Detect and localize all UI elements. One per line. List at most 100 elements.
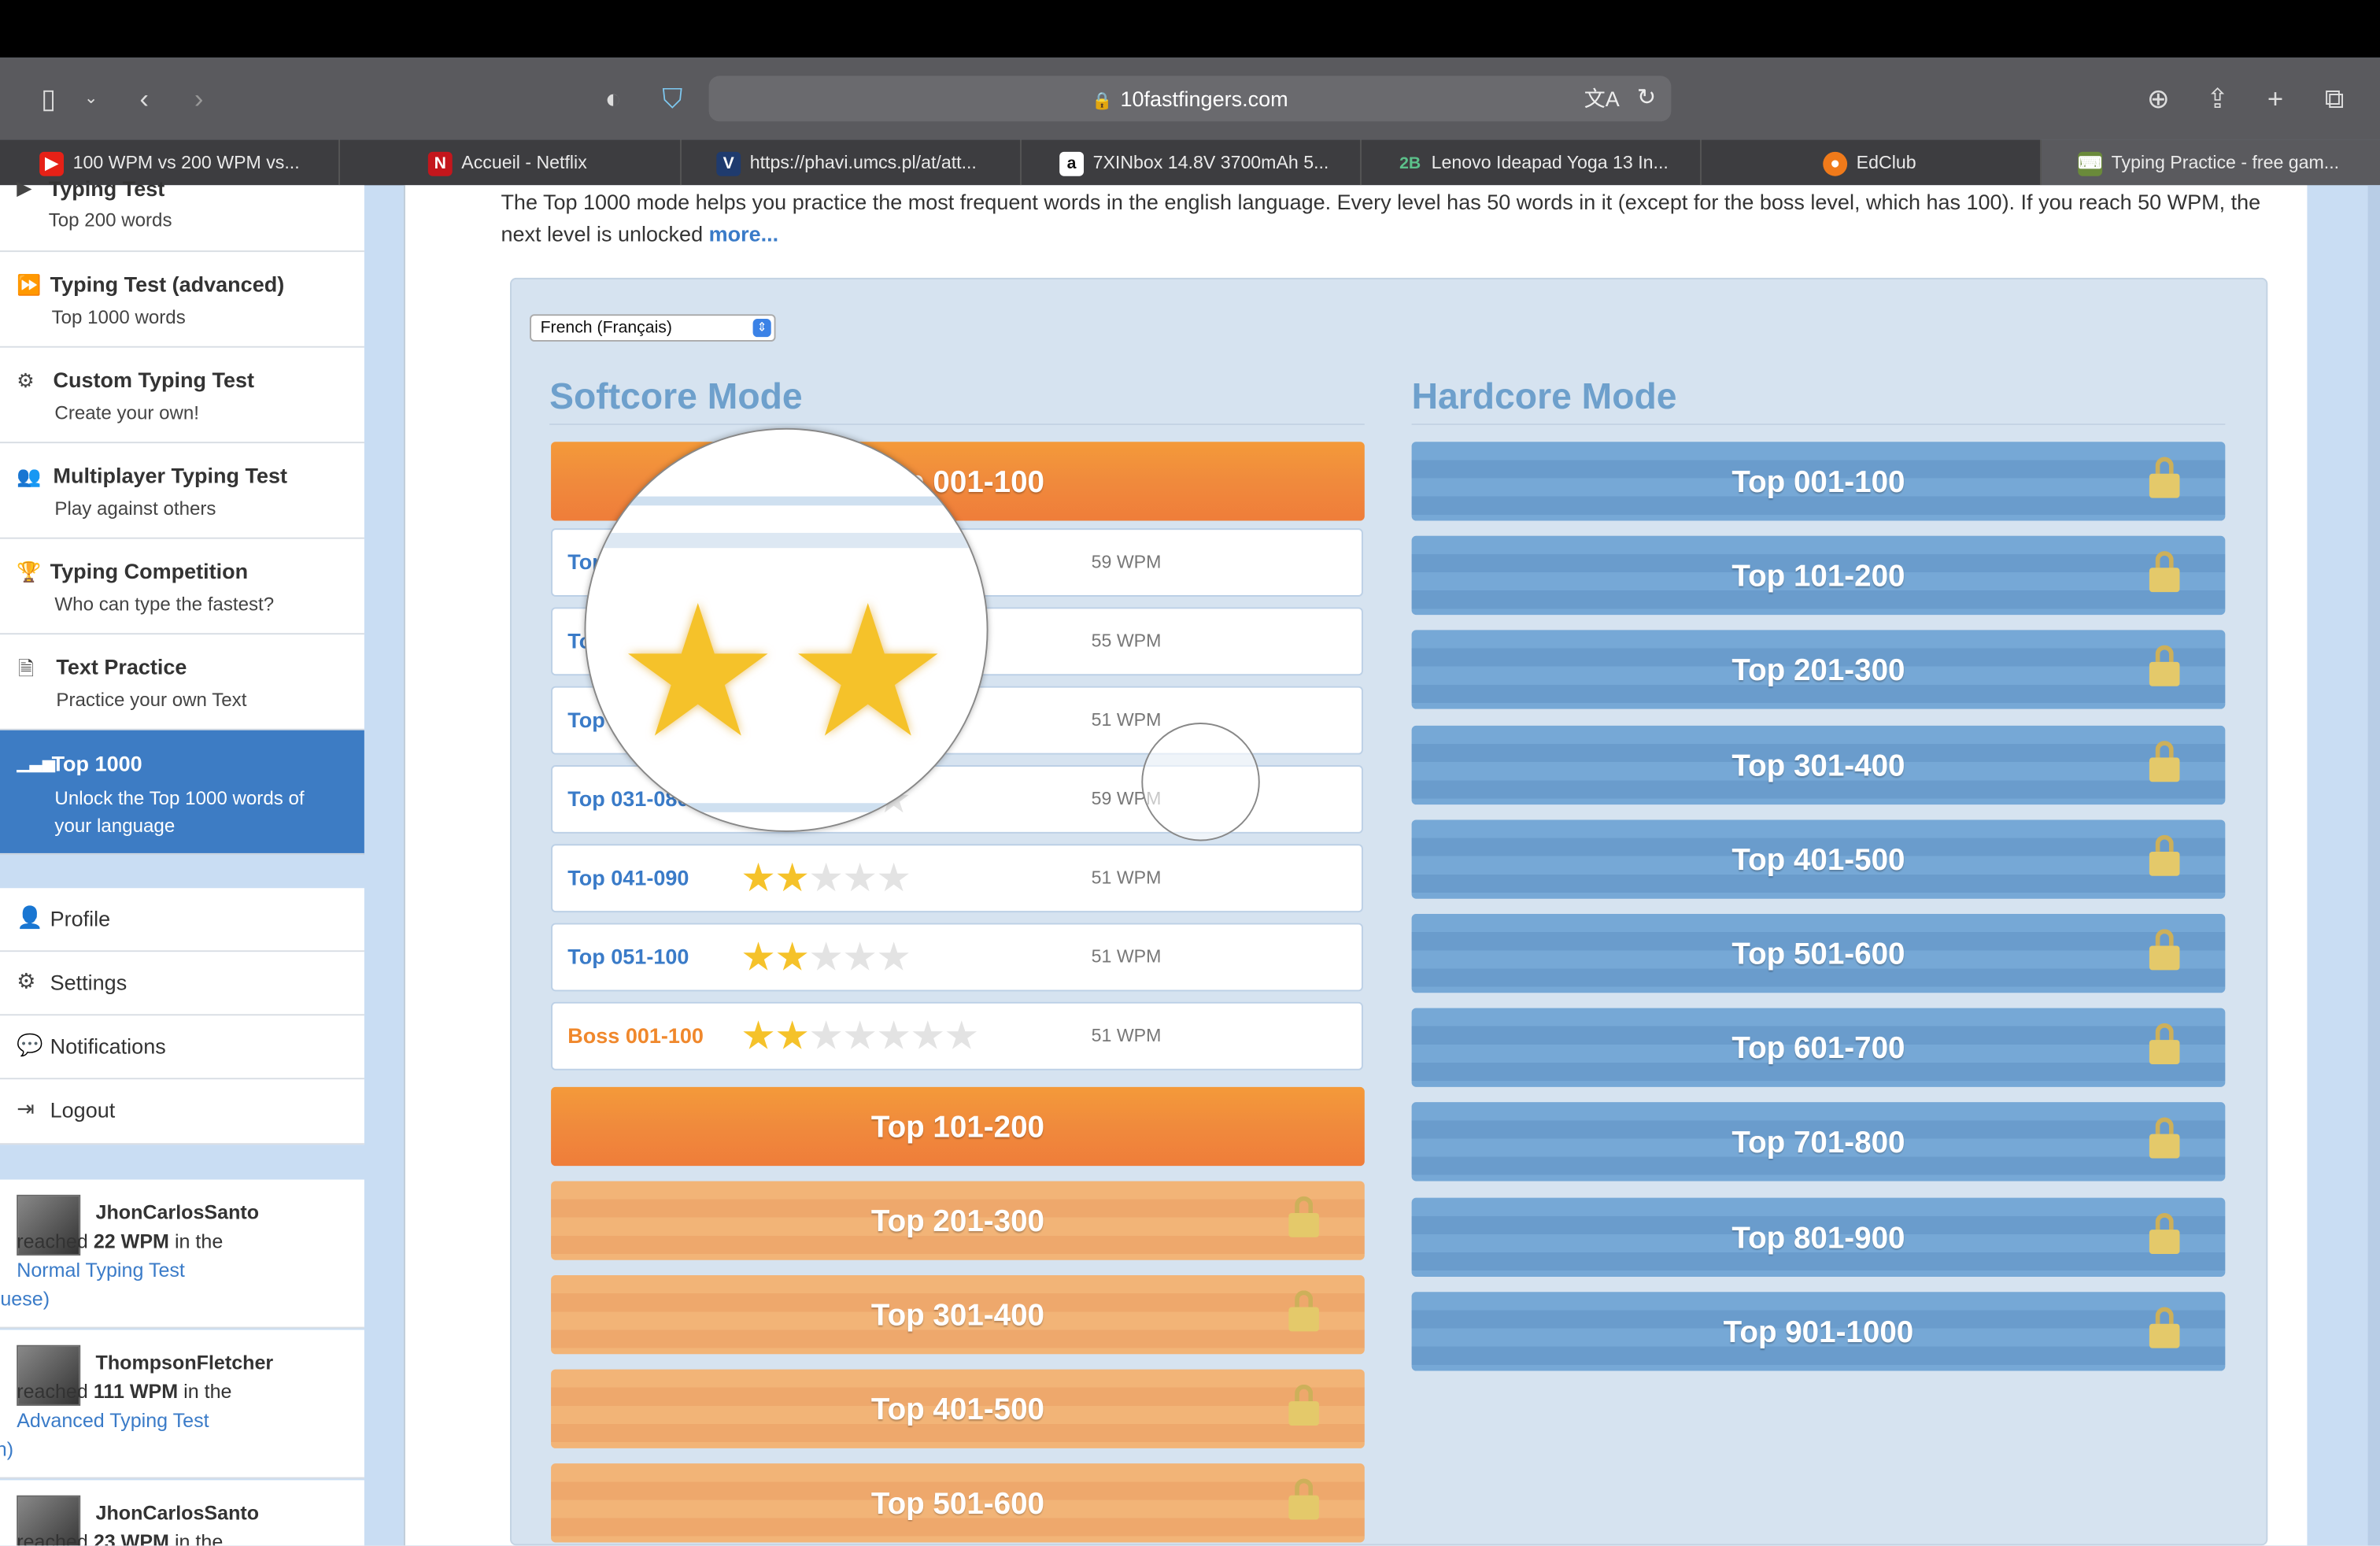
sidebar-item-custom-typing-test[interactable]: ⚙ Custom Typing Test Create your own! [0, 347, 364, 444]
star-filled-icon: ★ [741, 1012, 776, 1059]
level-title: Top 201-300 [870, 1205, 1044, 1239]
softcore-locked-level[interactable]: Top 501-600 [551, 1463, 1365, 1543]
lock-icon [2149, 1307, 2180, 1349]
feed-lang-link[interactable]: (portuguese) [0, 1287, 50, 1310]
scrollbar[interactable] [2367, 185, 2380, 1546]
level-wpm: 59 WPM [1091, 551, 1162, 573]
feed-wpm: 23 WPM [93, 1530, 169, 1546]
tab-typing-practice[interactable]: ⌨ Typing Practice - free gam... [2041, 139, 2380, 186]
softcore-locked-level[interactable]: Top 401-500 [551, 1369, 1365, 1448]
level-title: Top 301-400 [1731, 749, 1905, 783]
mag-line [586, 803, 987, 812]
hardcore-locked-level[interactable]: Top 301-400 [1411, 725, 2226, 804]
fast-forward-icon: ⏩ [17, 273, 42, 297]
share-icon[interactable]: ⇪ [2198, 79, 2238, 118]
logout-icon: ⇥ [17, 1096, 35, 1121]
activity-feed-item: JhonCarlosSanto reached 23 WPM in the [0, 1480, 364, 1546]
translate-icon[interactable]: 文A [1584, 76, 1620, 121]
feed-mid: in the [183, 1380, 232, 1404]
level-label[interactable]: Top 041-090 [567, 865, 689, 890]
level-row[interactable]: Top 041-090 ★★★★★ 51 WPM [551, 844, 1363, 913]
level-row[interactable]: Top 051-100 ★★★★★ 51 WPM [551, 923, 1363, 992]
divider [1411, 423, 2226, 426]
feed-pre: reached [17, 1530, 88, 1546]
sidebar-item-text-practice[interactable]: 🗎 Text Practice Practice your own Text [0, 634, 364, 730]
download-icon[interactable]: ⊕ [2138, 79, 2178, 118]
new-tab-icon[interactable]: + [2256, 79, 2295, 118]
level-label[interactable]: Boss 001-100 [567, 1023, 704, 1048]
lock-icon [2149, 1023, 2180, 1066]
hardcore-locked-level[interactable]: Top 001-100 [1411, 442, 2226, 521]
user-icon: 👤 [17, 904, 43, 930]
level-wpm: 55 WPM [1091, 630, 1162, 652]
lock-shackle [1295, 1290, 1314, 1309]
feed-lang-link[interactable]: (english) [0, 1437, 13, 1460]
level-title: Top 501-600 [870, 1488, 1044, 1522]
mag-line [586, 532, 987, 549]
tab-edclub[interactable]: ● EdClub [1702, 139, 2042, 186]
more-link[interactable]: more... [709, 222, 779, 246]
softcore-locked-level[interactable]: Top 301-400 [551, 1275, 1365, 1355]
privacy-shield-icon[interactable]: ⛉ [652, 79, 692, 118]
hardcore-locked-level[interactable]: Top 201-300 [1411, 631, 2226, 710]
lock-shackle [1295, 1478, 1314, 1497]
play-icon: ▶ [17, 176, 32, 199]
feed-pre: reached [17, 1230, 88, 1253]
sidebar-item-title: Multiplayer Typing Test [53, 463, 288, 488]
softcore-top-101-200[interactable]: Top 101-200 [551, 1086, 1365, 1167]
hardcore-locked-level[interactable]: Top 501-600 [1411, 914, 2226, 993]
chevron-down-icon[interactable]: ⌄ [72, 79, 111, 118]
lock-shackle [2155, 740, 2174, 759]
sidebar-toggle-icon[interactable]: ▯ [29, 79, 68, 118]
sidebar-item-competition[interactable]: 🏆 Typing Competition Who can type the fa… [0, 538, 364, 635]
tab-title: 7XINbox 14.8V 3700mAh 5... [1092, 151, 1329, 173]
tab-title: Typing Practice - free gam... [2111, 151, 2340, 173]
feed-test-link[interactable]: Advanced Typing Test [17, 1409, 209, 1432]
hardcore-locked-level[interactable]: Top 801-900 [1411, 1196, 2226, 1277]
shield-icon[interactable]: ◐ [593, 79, 633, 118]
feed-user[interactable]: JhonCarlosSanto [96, 1501, 260, 1524]
hardcore-locked-level[interactable]: Top 601-700 [1411, 1008, 2226, 1088]
feed-user[interactable]: JhonCarlosSanto [96, 1201, 260, 1224]
sidebar-item-title: Top 1000 [51, 751, 142, 776]
sidebar-item-typing-test-advanced[interactable]: ⏩ Typing Test (advanced) Top 1000 words [0, 252, 364, 348]
softcore-locked-level[interactable]: Top 201-300 [551, 1181, 1365, 1260]
tab-overview-icon[interactable]: ⧉ [2315, 79, 2354, 118]
tab-lenovo[interactable]: 2B Lenovo Ideapad Yoga 13 In... [1362, 139, 1702, 186]
sidebar-item-multiplayer[interactable]: 👥 Multiplayer Typing Test Play against o… [0, 443, 364, 539]
tab-umcs[interactable]: Vhttps://phavi.umcs.pl/at/att... [682, 139, 1022, 186]
feed-mid: in the [174, 1230, 224, 1253]
address-bar[interactable]: 🔒 10fastfingers.com 文A ↻ [708, 76, 1672, 122]
star-rating: ★★★★★★★ [741, 1012, 979, 1059]
sidebar-item-typing-test[interactable]: ▶ Typing Test Top 200 words [0, 176, 364, 253]
star-icon: ★ [786, 571, 950, 775]
divider [549, 423, 1365, 426]
lock-icon [1288, 1384, 1319, 1427]
forward-icon[interactable]: › [179, 79, 219, 118]
lock-body [1288, 1212, 1319, 1237]
back-icon[interactable]: ‹ [124, 79, 164, 118]
level-row[interactable]: Boss 001-100 ★★★★★★★ 51 WPM [551, 1001, 1363, 1071]
sidebar-item-title: Typing Competition [50, 558, 249, 583]
feed-user[interactable]: ThompsonFletcher [96, 1351, 274, 1374]
sidebar-logout[interactable]: ⇥ Logout [0, 1079, 364, 1145]
reload-icon[interactable]: ↻ [1637, 76, 1656, 121]
feed-test-link[interactable]: Normal Typing Test [17, 1259, 185, 1282]
sidebar-settings[interactable]: ⚙ Settings [0, 952, 364, 1016]
sidebar-item-top-1000[interactable]: ▁▃▅ Top 1000 Unlock the Top 1000 words o… [0, 730, 364, 855]
tab-netflix[interactable]: N Accueil - Netflix [342, 139, 682, 186]
level-label[interactable]: Top 051-100 [567, 945, 689, 969]
feed-pre: reached [17, 1380, 88, 1404]
hardcore-locked-level[interactable]: Top 401-500 [1411, 819, 2226, 899]
tab-amazon[interactable]: a 7XINbox 14.8V 3700mAh 5... [1022, 139, 1362, 186]
lock-icon [2149, 1212, 2180, 1255]
language-select[interactable]: French (Français) ⇕ [530, 314, 776, 342]
sidebar-profile[interactable]: 👤 Profile [0, 888, 364, 952]
hardcore-locked-level[interactable]: Top 901-1000 [1411, 1291, 2226, 1371]
hardcore-locked-level[interactable]: Top 101-200 [1411, 536, 2226, 616]
lock-shackle [2155, 1118, 2174, 1137]
sidebar-notifications[interactable]: 💬 Notifications [0, 1015, 364, 1080]
menu-label: Notifications [50, 1034, 166, 1059]
hardcore-locked-level[interactable]: Top 701-800 [1411, 1102, 2226, 1182]
url-text: 10fastfingers.com [1120, 86, 1288, 111]
